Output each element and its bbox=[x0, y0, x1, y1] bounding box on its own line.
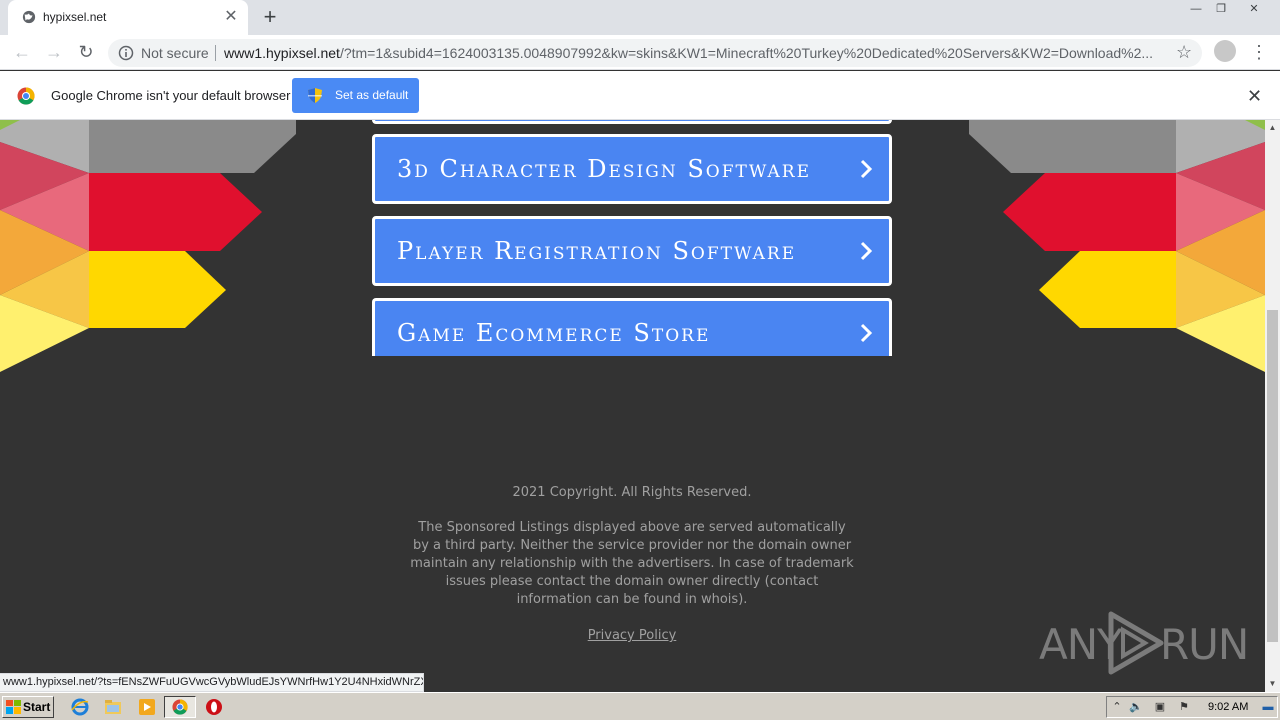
url-path: /?tm=1&subid4=1624003135.0048907992&kw=s… bbox=[339, 45, 1154, 61]
minimize-button[interactable]: — bbox=[1182, 0, 1210, 18]
set-as-default-label: Set as default bbox=[335, 88, 409, 102]
listing-link-1[interactable]: 3d Character Design Software bbox=[372, 134, 892, 204]
network-icon[interactable]: ▣ bbox=[1153, 700, 1167, 714]
globe-icon bbox=[22, 10, 36, 24]
window-close-button[interactable]: ✕ bbox=[1240, 0, 1268, 18]
media-player-icon[interactable] bbox=[138, 698, 156, 716]
omnibox-divider bbox=[215, 45, 216, 61]
copyright-text: 2021 Copyright. All Rights Reserved. bbox=[512, 485, 752, 500]
tab-close-icon[interactable]: ✕ bbox=[222, 8, 240, 26]
windows-taskbar: Start ⌃ 🔈 ▣ ⚑ 9:02 AM ▬ bbox=[0, 692, 1280, 720]
url-host: www1.hypixsel.net bbox=[224, 45, 340, 61]
listing-label: 3d Character Design Software bbox=[397, 155, 811, 183]
security-label[interactable]: Not secure bbox=[141, 45, 209, 61]
action-center-flag-icon[interactable]: ⚑ bbox=[1177, 700, 1191, 714]
listing-label: Game Ecommerce Store bbox=[397, 319, 711, 347]
chrome-logo-icon bbox=[17, 87, 35, 105]
chevron-right-icon bbox=[860, 159, 873, 179]
anyrun-watermark: ANY RUN bbox=[1037, 608, 1249, 675]
scroll-down-arrow-icon[interactable]: ▼ bbox=[1268, 679, 1277, 688]
explorer-icon[interactable] bbox=[104, 698, 122, 716]
play-logo-icon bbox=[1108, 611, 1164, 675]
browser-tab[interactable]: hypixsel.net ✕ bbox=[8, 0, 248, 35]
profile-avatar[interactable] bbox=[1214, 40, 1236, 62]
watermark-run: RUN bbox=[1160, 620, 1249, 669]
tab-title: hypixsel.net bbox=[43, 10, 107, 24]
previous-listing-edge[interactable] bbox=[372, 120, 892, 124]
info-icon[interactable] bbox=[118, 45, 134, 61]
show-desktop-icon[interactable]: ▬ bbox=[1261, 700, 1275, 714]
infobar-close-icon[interactable]: ✕ bbox=[1247, 86, 1262, 107]
listing-label: Player Registration Software bbox=[397, 237, 797, 265]
privacy-policy-link[interactable]: Privacy Policy bbox=[382, 627, 882, 645]
opera-icon[interactable] bbox=[205, 698, 223, 716]
scroll-up-arrow-icon[interactable]: ▲ bbox=[1268, 123, 1277, 132]
chevron-right-icon bbox=[860, 323, 873, 343]
start-button[interactable]: Start bbox=[2, 696, 54, 718]
address-bar[interactable]: Not secure www1.hypixsel.net/?tm=1&subid… bbox=[108, 39, 1202, 67]
chevron-right-icon bbox=[860, 241, 873, 261]
tray-expand-icon[interactable]: ⌃ bbox=[1110, 700, 1124, 714]
set-as-default-button[interactable]: Set as default bbox=[292, 78, 419, 113]
new-tab-button[interactable]: + bbox=[258, 6, 282, 30]
browser-toolbar: ← → ↻ Not secure www1.hypixsel.net/?tm=1… bbox=[0, 35, 1280, 70]
ie-icon[interactable] bbox=[71, 698, 89, 716]
forward-button[interactable]: → bbox=[42, 40, 66, 64]
windows-flag-icon bbox=[6, 700, 21, 714]
url-text[interactable]: www1.hypixsel.net/?tm=1&subid4=162400313… bbox=[224, 45, 1164, 61]
chrome-taskbar-button[interactable] bbox=[164, 696, 196, 718]
back-button[interactable]: ← bbox=[10, 40, 34, 64]
system-tray: ⌃ 🔈 ▣ ⚑ 9:02 AM ▬ bbox=[1106, 696, 1278, 718]
bookmark-star-icon[interactable]: ☆ bbox=[1176, 42, 1192, 63]
page-viewport: 3d Character Design Software Player Regi… bbox=[0, 120, 1265, 675]
page-scrollbar[interactable]: ▲ ▼ bbox=[1265, 120, 1280, 692]
clock[interactable]: 9:02 AM bbox=[1208, 701, 1248, 713]
tab-strip: hypixsel.net ✕ + — ❐ ✕ bbox=[0, 0, 1280, 35]
status-bubble-url: www1.hypixsel.net/?ts=fENsZWFuUGVwcGVybW… bbox=[0, 673, 424, 692]
sponsored-disclaimer: The Sponsored Listings displayed above a… bbox=[410, 520, 854, 607]
default-browser-infobar: Google Chrome isn't your default browser… bbox=[0, 71, 1280, 120]
chrome-menu-icon[interactable]: ⋮ bbox=[1250, 40, 1268, 64]
infobar-message: Google Chrome isn't your default browser bbox=[51, 88, 291, 103]
left-decoration bbox=[0, 120, 296, 372]
listing-link-3[interactable]: Game Ecommerce Store bbox=[372, 298, 892, 356]
right-decoration bbox=[969, 120, 1265, 372]
scrollbar-thumb[interactable] bbox=[1267, 310, 1278, 642]
volume-icon[interactable]: 🔈 bbox=[1129, 700, 1143, 714]
chrome-icon bbox=[172, 699, 188, 715]
listing-link-2[interactable]: Player Registration Software bbox=[372, 216, 892, 286]
restore-button[interactable]: ❐ bbox=[1207, 0, 1235, 18]
start-label: Start bbox=[23, 700, 51, 714]
uac-shield-icon bbox=[308, 88, 322, 103]
reload-button[interactable]: ↻ bbox=[74, 40, 98, 64]
